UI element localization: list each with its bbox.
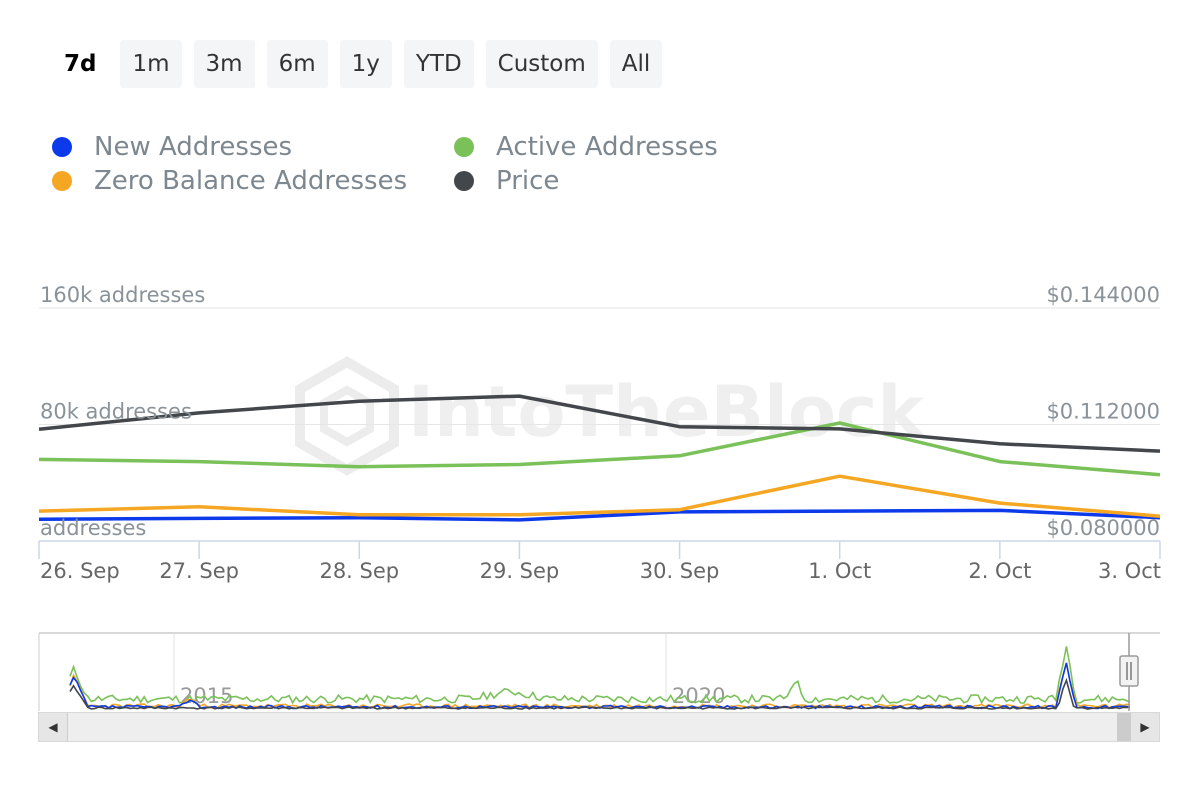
x-tick-label: 29. Sep (480, 559, 560, 583)
navigator-year-label: 2015 (180, 684, 233, 708)
scroll-right-arrow-icon[interactable]: ▶ (1130, 713, 1159, 741)
watermark-logo-icon (295, 356, 399, 476)
watermark: IntoTheBlock (295, 356, 925, 476)
x-tick-label: 26. Sep (40, 559, 120, 583)
x-tick-label: 1. Oct (808, 559, 871, 583)
y-axis-left: addresses 80k addresses 160k addresses (40, 283, 205, 540)
y-left-tick-label: 80k addresses (40, 400, 192, 424)
scrollbar-thumb[interactable] (1117, 713, 1131, 741)
scroll-left-arrow-icon[interactable]: ◀ (39, 713, 68, 741)
y-right-tick-label: $0.112000 (1046, 400, 1160, 424)
x-tick-label: 28. Sep (319, 559, 399, 583)
chart: IntoTheBlock addresses 80k addresses 160k … (38, 283, 1161, 711)
navigator[interactable]: 2015 2020 (38, 632, 1160, 711)
x-tick-label: 27. Sep (159, 559, 239, 583)
x-tick-label: 2. Oct (968, 559, 1031, 583)
y-axis-right: $0.080000 $0.112000 $0.144000 (1046, 283, 1160, 540)
x-tick-label: 3. Oct (1098, 559, 1161, 583)
watermark-text: IntoTheBlock (408, 371, 925, 453)
navigator-handle-grip-icon[interactable] (1119, 655, 1139, 687)
navigator-scrollbar[interactable]: ◀ ▶ (38, 712, 1160, 742)
x-tick-label: 30. Sep (640, 559, 720, 583)
y-right-tick-label: $0.080000 (1046, 516, 1160, 540)
x-axis: 26. Sep 27. Sep 28. Sep 29. Sep 30. Sep 1. Oc… (38, 540, 1161, 583)
y-right-tick-label: $0.144000 (1046, 283, 1160, 307)
y-left-tick-label: 160k addresses (40, 283, 205, 307)
y-left-tick-label: addresses (40, 516, 146, 540)
